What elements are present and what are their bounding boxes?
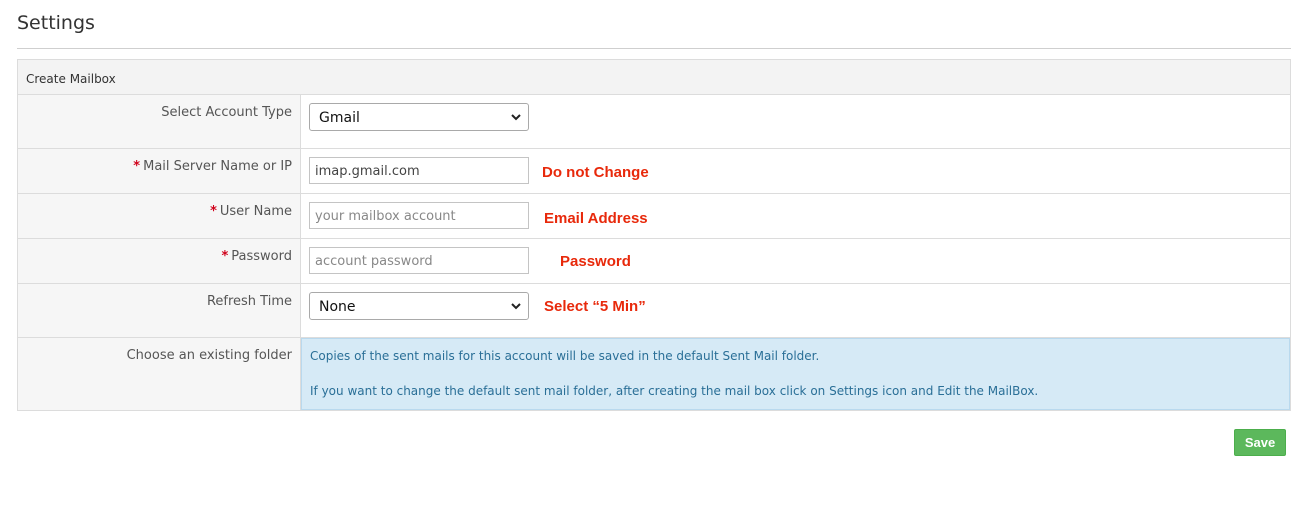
chevron-down-icon	[511, 114, 521, 121]
required-marker: *	[210, 204, 217, 219]
user-name-label-text: User Name	[219, 204, 292, 219]
password-label: * Password	[18, 239, 301, 283]
info-line-2: If you want to change the default sent m…	[310, 384, 1039, 398]
password-input[interactable]: account password	[309, 247, 529, 274]
refresh-time-select[interactable]: None	[309, 292, 529, 320]
required-marker: *	[133, 159, 141, 174]
refresh-time-row: Refresh Time None Select “5 Min”	[18, 284, 1290, 338]
account-type-select[interactable]: Gmail	[309, 103, 529, 131]
user-name-row: * User Name your mailbox account Email Ad…	[18, 194, 1290, 239]
refresh-time-label-text: Refresh Time	[206, 294, 292, 309]
create-mailbox-panel: Create Mailbox Select Account Type Gmail…	[17, 59, 1291, 411]
refresh-time-annotation: Select “5 Min”	[544, 298, 646, 315]
account-type-row: Select Account Type Gmail	[18, 95, 1290, 149]
panel-header: Create Mailbox	[18, 60, 1290, 95]
mail-server-annotation: Do not Change	[542, 164, 649, 181]
sent-folder-info: Copies of the sent mails for this accoun…	[301, 338, 1290, 410]
account-type-label-text: Select Account Type	[161, 105, 292, 120]
refresh-time-value: None	[319, 299, 356, 315]
user-name-input[interactable]: your mailbox account	[309, 202, 529, 229]
title-divider	[17, 48, 1291, 49]
save-button[interactable]: Save	[1234, 429, 1286, 456]
info-line-1: Copies of the sent mails for this accoun…	[310, 349, 820, 363]
page-title: Settings	[17, 12, 95, 34]
refresh-time-label: Refresh Time	[18, 284, 301, 337]
mail-server-label: * Mail Server Name or IP	[18, 149, 301, 193]
mail-server-row: * Mail Server Name or IP imap.gmail.com D…	[18, 149, 1290, 194]
user-name-label: * User Name	[18, 194, 301, 238]
mail-server-label-text: Mail Server Name or IP	[143, 159, 292, 174]
folder-row: Choose an existing folder Copies of the …	[18, 338, 1290, 410]
mail-server-input[interactable]: imap.gmail.com	[309, 157, 529, 184]
required-marker: *	[221, 249, 229, 264]
folder-label-text: Choose an existing folder	[126, 348, 292, 363]
account-type-value: Gmail	[319, 110, 360, 126]
account-type-label: Select Account Type	[18, 95, 301, 148]
password-annotation: Password	[560, 253, 631, 270]
password-label-text: Password	[231, 249, 292, 264]
password-row: * Password account password Password	[18, 239, 1290, 284]
chevron-down-icon	[511, 303, 521, 310]
user-name-annotation: Email Address	[544, 210, 648, 227]
folder-label: Choose an existing folder	[18, 338, 301, 410]
